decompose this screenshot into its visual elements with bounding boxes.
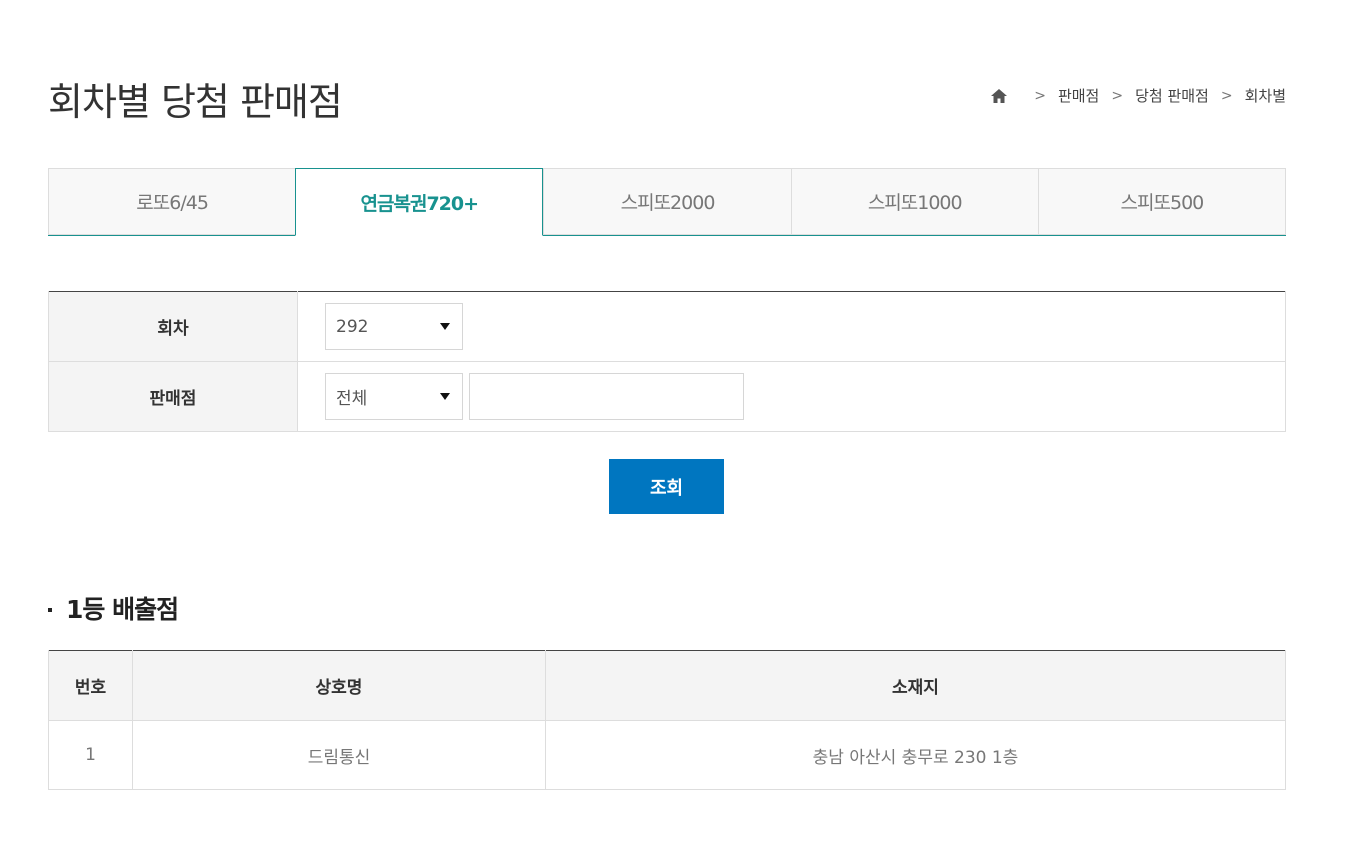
bullet-icon (48, 608, 52, 612)
column-header-store-name: 상호명 (132, 650, 546, 721)
dropdown-arrow-icon (440, 323, 450, 330)
page: 회차별 당첨 판매점 > 판매점 > 당첨 판매점 > 회차별 로또6/45 연… (0, 0, 1350, 863)
tab-lotto645[interactable]: 로또6/45 (48, 168, 296, 235)
dropdown-arrow-icon (440, 393, 450, 400)
round-select[interactable]: 292 (325, 303, 463, 350)
store-filter-select[interactable]: 전체 (325, 373, 463, 420)
tab-speetto500[interactable]: 스피또500 (1037, 168, 1287, 235)
breadcrumb: > 판매점 > 당첨 판매점 > 회차별 (990, 84, 1286, 108)
results-table: 번호 상호명 소재지 1 드림통신 충남 아산시 충무로 230 1층 (48, 650, 1286, 790)
round-row: 회차 292 (48, 291, 1286, 362)
breadcrumb-item-by-round[interactable]: 회차별 (1245, 84, 1286, 108)
tab-pension720[interactable]: 연금복권720+ (295, 168, 544, 236)
chevron-right-icon: > (1220, 88, 1233, 104)
cell-store-name: 드림통신 (132, 720, 546, 790)
column-header-number: 번호 (48, 650, 133, 721)
tab-speetto2000[interactable]: 스피또2000 (543, 168, 791, 235)
page-title: 회차별 당첨 판매점 (48, 80, 343, 124)
round-select-value: 292 (336, 316, 369, 337)
table-row: 1 드림통신 충남 아산시 충무로 230 1층 (48, 720, 1286, 790)
search-button[interactable]: 조회 (609, 459, 724, 514)
store-search-input[interactable] (469, 373, 744, 420)
cell-address: 충남 아산시 충무로 230 1층 (545, 720, 1286, 790)
table-header-row: 번호 상호명 소재지 (48, 650, 1286, 721)
store-filter-value: 전체 (336, 389, 368, 409)
breadcrumb-item-winning-stores[interactable]: 당첨 판매점 (1135, 84, 1209, 108)
search-form: 회차 292 판매점 전체 (48, 291, 1286, 432)
round-label: 회차 (48, 291, 298, 362)
store-label: 판매점 (48, 361, 298, 432)
store-row: 판매점 전체 (48, 361, 1286, 432)
breadcrumb-item-stores[interactable]: 판매점 (1058, 84, 1099, 108)
section-title: 1등 배출점 (48, 592, 179, 628)
section-title-text: 1등 배출점 (66, 595, 179, 624)
chevron-right-icon: > (1034, 88, 1046, 104)
column-header-address: 소재지 (545, 650, 1286, 721)
lottery-tabs: 로또6/45 연금복권720+ 스피또2000 스피또1000 스피또500 (48, 168, 1287, 236)
home-icon[interactable] (990, 87, 1008, 105)
chevron-right-icon: > (1111, 88, 1124, 104)
cell-number: 1 (48, 720, 133, 790)
tab-speetto1000[interactable]: 스피또1000 (790, 168, 1038, 235)
